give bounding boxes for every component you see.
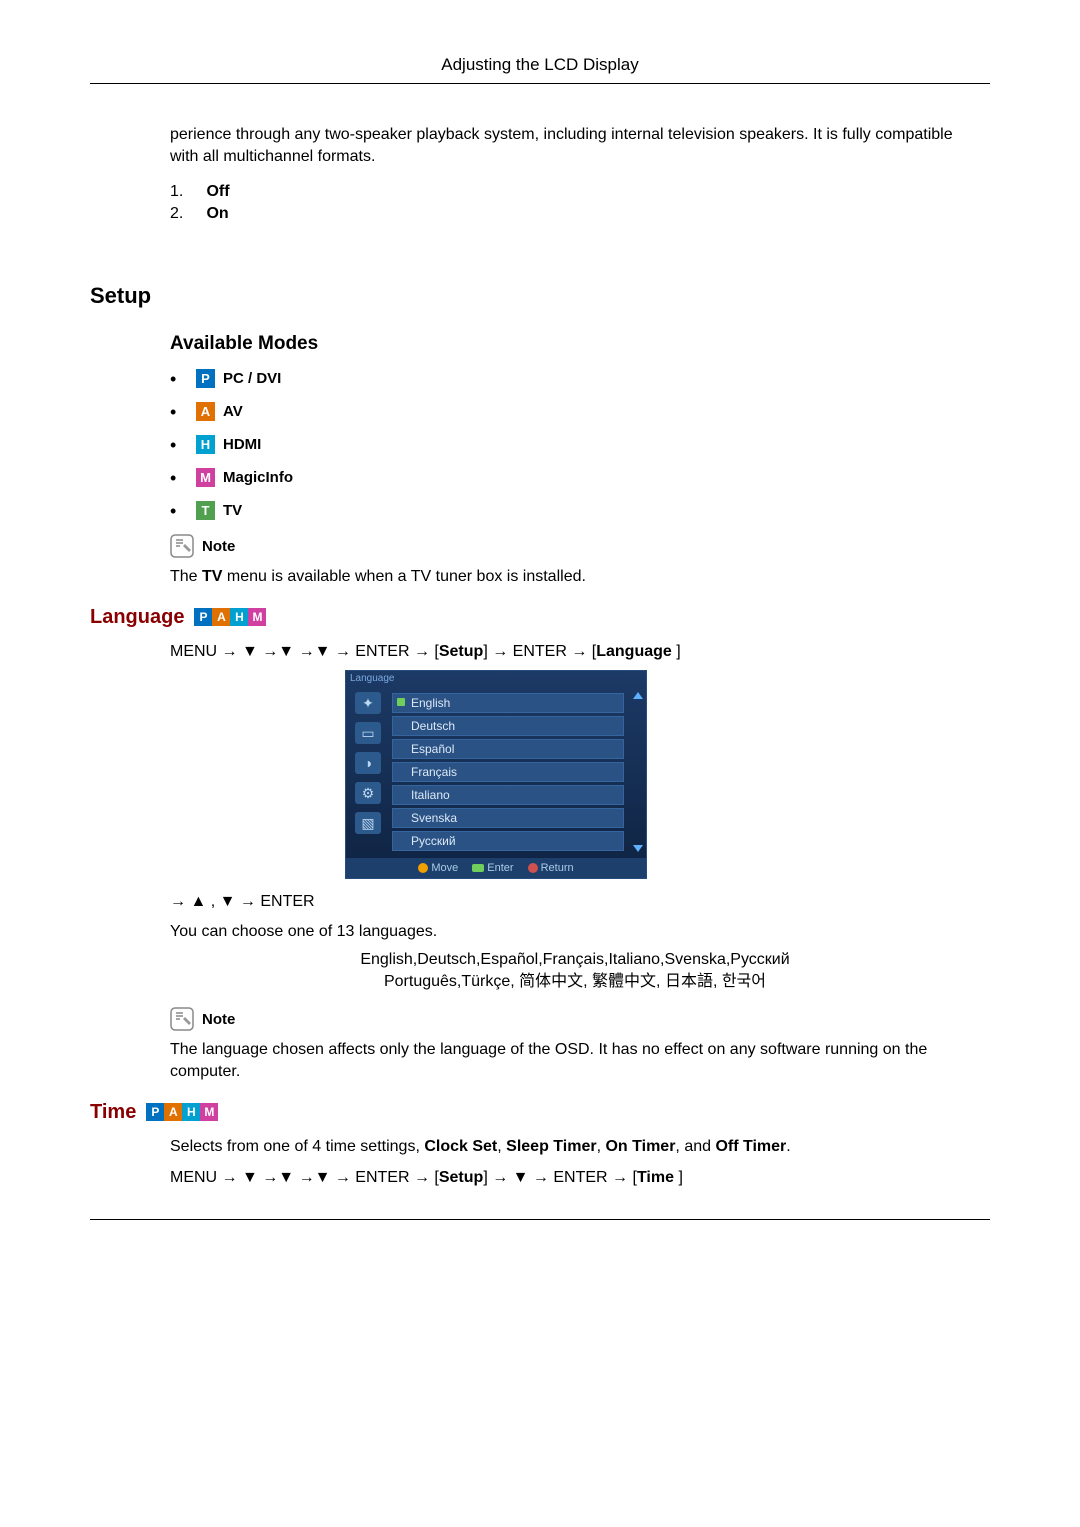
osd-body: ✦ ▭ ◑ ⚙ ▧ English Deutsch Español França… bbox=[346, 686, 646, 858]
h-icon: H bbox=[182, 1103, 200, 1121]
osd-item-espanol[interactable]: Español bbox=[392, 739, 624, 759]
h-icon: H bbox=[196, 435, 215, 454]
a-icon: A bbox=[212, 608, 230, 626]
time-badges: P A H M bbox=[146, 1103, 218, 1121]
mode-av: • A AV bbox=[170, 402, 980, 421]
language-badges: P A H M bbox=[194, 608, 266, 626]
language-list: English,Deutsch,Español,Français,Italian… bbox=[170, 949, 980, 994]
osd-side-icon: ◑ bbox=[355, 752, 381, 774]
language-heading: Language P A H M bbox=[90, 606, 990, 629]
intro-paragraph: perience through any two-speaker playbac… bbox=[170, 124, 980, 167]
m-icon: M bbox=[200, 1103, 218, 1121]
note-bold: TV bbox=[202, 568, 222, 585]
note-label: Note bbox=[202, 1011, 235, 1028]
note-icon bbox=[170, 534, 194, 558]
mode-hdmi: • H HDMI bbox=[170, 435, 980, 454]
osd-item-francais[interactable]: Français bbox=[392, 762, 624, 782]
p-icon: P bbox=[194, 608, 212, 626]
option-off: 1. Off bbox=[170, 183, 980, 201]
osd-side-icon: ▧ bbox=[355, 812, 381, 834]
language-heading-text: Language bbox=[90, 606, 184, 629]
bullet-icon: • bbox=[170, 370, 180, 388]
footer-divider bbox=[90, 1219, 990, 1220]
osd-side-icon: ▭ bbox=[355, 722, 381, 744]
content-area: perience through any two-speaker playbac… bbox=[170, 124, 980, 223]
note-label: Note bbox=[202, 538, 235, 555]
a-icon: A bbox=[164, 1103, 182, 1121]
p-icon: P bbox=[146, 1103, 164, 1121]
language-nav-1: MENU → ▼ →▼ →▼ → ENTER → [Setup] → ENTER… bbox=[170, 641, 980, 663]
osd-item-svenska[interactable]: Svenska bbox=[392, 808, 624, 828]
time-heading: Time P A H M bbox=[90, 1101, 990, 1124]
note-row: Note bbox=[170, 534, 980, 558]
osd-side-icon: ⚙ bbox=[355, 782, 381, 804]
bullet-icon: • bbox=[170, 469, 180, 487]
language-list-line2: Português,Türkçe, 简体中文, 繁體中文, 日本語, 한국어 bbox=[170, 971, 980, 993]
m-icon: M bbox=[248, 608, 266, 626]
note-pre: The bbox=[170, 568, 202, 585]
scroll-up-icon[interactable] bbox=[633, 692, 643, 699]
option-number: 2. bbox=[170, 205, 202, 223]
language-note-text: The language chosen affects only the lan… bbox=[170, 1039, 980, 1082]
option-label: On bbox=[206, 205, 228, 222]
p-icon: P bbox=[196, 369, 215, 388]
note-post: menu is available when a TV tuner box is… bbox=[222, 568, 585, 585]
osd-item-russian[interactable]: Русский bbox=[392, 831, 624, 851]
bullet-icon: • bbox=[170, 502, 180, 520]
mode-label: TV bbox=[223, 502, 242, 519]
osd-item-italiano[interactable]: Italiano bbox=[392, 785, 624, 805]
page-header: Adjusting the LCD Display bbox=[90, 55, 990, 84]
m-icon: M bbox=[196, 468, 215, 487]
time-nav: MENU → ▼ →▼ →▼ → ENTER → [Setup] → ▼ → E… bbox=[170, 1167, 980, 1189]
a-icon: A bbox=[196, 402, 215, 421]
setup-note-text: The TV menu is available when a TV tuner… bbox=[170, 566, 980, 588]
language-list-line1: English,Deutsch,Español,Français,Italian… bbox=[170, 949, 980, 971]
option-on: 2. On bbox=[170, 205, 980, 223]
osd-language-list: English Deutsch Español Français Italian… bbox=[390, 686, 630, 858]
language-desc: You can choose one of 13 languages. bbox=[170, 921, 980, 943]
mode-label: AV bbox=[223, 403, 243, 420]
option-label: Off bbox=[206, 183, 229, 200]
available-modes-list: • P PC / DVI • A AV • H HDMI • M MagicIn… bbox=[170, 369, 980, 520]
time-heading-text: Time bbox=[90, 1101, 136, 1124]
mode-label: MagicInfo bbox=[223, 469, 293, 486]
mode-pc-dvi: • P PC / DVI bbox=[170, 369, 980, 388]
mode-tv: • T TV bbox=[170, 501, 980, 520]
bullet-icon: • bbox=[170, 436, 180, 454]
intro-options-list: 1. Off 2. On bbox=[170, 183, 980, 223]
mode-label: PC / DVI bbox=[223, 370, 281, 387]
osd-footer: Move Enter Return bbox=[346, 858, 646, 878]
h-icon: H bbox=[230, 608, 248, 626]
scroll-down-icon[interactable] bbox=[633, 845, 643, 852]
time-desc: Selects from one of 4 time settings, Clo… bbox=[170, 1136, 980, 1158]
osd-language-menu: Language ✦ ▭ ◑ ⚙ ▧ English Deutsch Españ… bbox=[345, 670, 647, 879]
t-icon: T bbox=[196, 501, 215, 520]
osd-footer-enter: Enter bbox=[472, 862, 513, 874]
mode-magicinfo: • M MagicInfo bbox=[170, 468, 980, 487]
osd-sidebar: ✦ ▭ ◑ ⚙ ▧ bbox=[346, 686, 390, 858]
osd-side-icon: ✦ bbox=[355, 692, 381, 714]
bullet-icon: • bbox=[170, 403, 180, 421]
note-row: Note bbox=[170, 1007, 980, 1031]
osd-item-deutsch[interactable]: Deutsch bbox=[392, 716, 624, 736]
osd-scrollbar[interactable] bbox=[630, 686, 646, 858]
option-number: 1. bbox=[170, 183, 202, 201]
setup-heading: Setup bbox=[90, 283, 990, 309]
osd-footer-move: Move bbox=[418, 862, 458, 874]
language-nav-2: → ▲ , ▼ → ENTER bbox=[170, 891, 980, 913]
osd-item-english[interactable]: English bbox=[392, 693, 624, 713]
note-icon bbox=[170, 1007, 194, 1031]
mode-label: HDMI bbox=[223, 436, 261, 453]
available-modes-heading: Available Modes bbox=[170, 333, 980, 355]
header-title: Adjusting the LCD Display bbox=[441, 55, 638, 74]
osd-title: Language bbox=[346, 671, 646, 686]
osd-footer-return: Return bbox=[528, 862, 574, 874]
